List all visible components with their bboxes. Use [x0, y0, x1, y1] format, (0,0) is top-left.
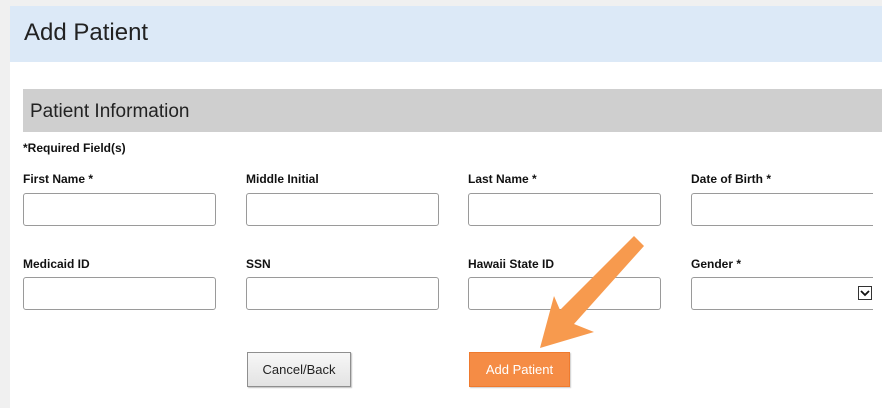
add-patient-button[interactable]: Add Patient	[469, 352, 570, 387]
required-fields-note: *Required Field(s)	[23, 141, 126, 155]
ssn-input[interactable]	[246, 277, 439, 310]
last-name-input[interactable]	[468, 193, 661, 226]
gender-select[interactable]	[691, 277, 873, 310]
cancel-back-button[interactable]: Cancel/Back	[247, 352, 351, 387]
last-name-label: Last Name *	[468, 172, 537, 186]
first-name-input[interactable]	[23, 193, 216, 226]
middle-initial-input[interactable]	[246, 193, 439, 226]
ssn-label: SSN	[246, 257, 271, 271]
date-of-birth-label: Date of Birth *	[691, 172, 772, 186]
medicaid-id-input[interactable]	[23, 277, 216, 310]
date-of-birth-input[interactable]	[691, 193, 873, 226]
add-patient-page: Add Patient Patient Information *Require…	[10, 6, 882, 408]
page-title: Add Patient	[24, 19, 149, 46]
gender-label: Gender *	[691, 257, 742, 271]
hawaii-state-id-label: Hawaii State ID	[468, 257, 555, 271]
middle-initial-label: Middle Initial	[246, 172, 319, 186]
chevron-down-icon[interactable]	[858, 286, 872, 300]
page-header: Add Patient	[10, 6, 882, 62]
section-header-patient-information: Patient Information	[23, 89, 882, 132]
section-title: Patient Information	[30, 101, 190, 122]
medicaid-id-label: Medicaid ID	[23, 257, 90, 271]
first-name-label: First Name *	[23, 172, 94, 186]
hawaii-state-id-input[interactable]	[468, 277, 661, 310]
